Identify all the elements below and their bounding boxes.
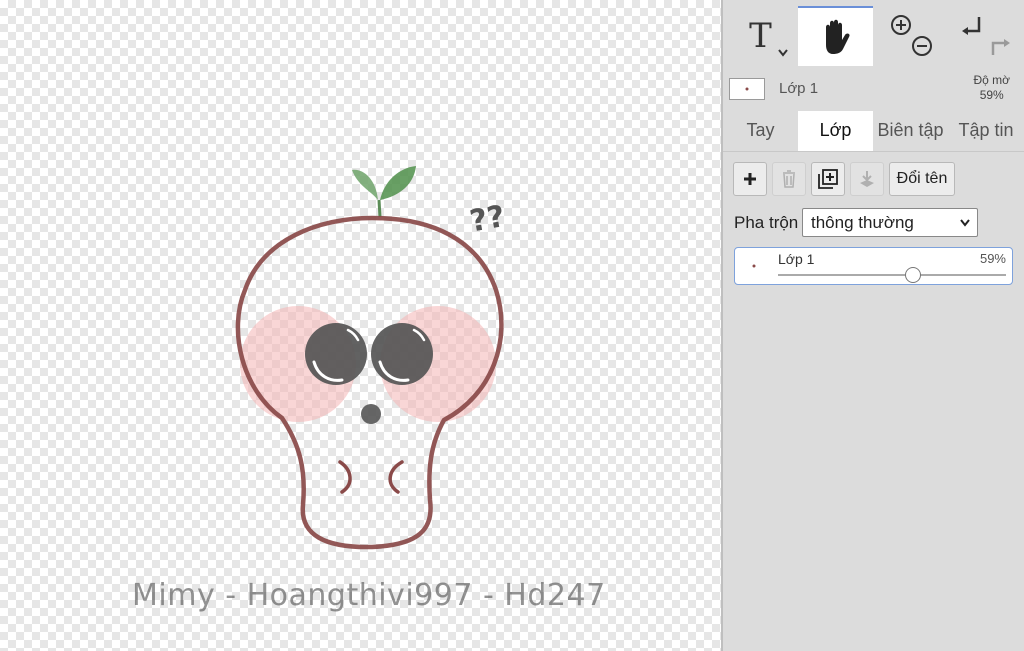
side-panel: T Lớp 1 Độ mờ 59% Tay Lớp Biên tập Tập t…	[723, 0, 1024, 651]
tab-hand[interactable]: Tay	[723, 111, 798, 151]
layer-row-thumbnail	[741, 256, 767, 276]
duplicate-layer-button[interactable]	[811, 162, 845, 196]
text-tool-button[interactable]: T	[723, 6, 798, 66]
blend-mode-value: thông thường	[811, 213, 914, 232]
canvas-artwork: ??	[235, 166, 508, 550]
right-eye	[371, 323, 433, 385]
chevron-down-icon	[960, 219, 970, 227]
delete-layer-button[interactable]	[772, 162, 806, 196]
zoom-tool-group	[873, 6, 948, 66]
opacity-value: 59%	[979, 88, 1004, 102]
merge-down-icon	[860, 171, 874, 187]
opacity-readout: Độ mờ 59%	[973, 73, 1010, 103]
drawing-canvas[interactable]: ?? Mimy - Hoangthivi997 - Hd247	[0, 0, 721, 651]
opacity-slider-track[interactable]	[778, 274, 1006, 276]
layer-row-opacity: 59%	[979, 251, 1006, 266]
tab-edit[interactable]: Biên tập	[873, 111, 948, 151]
hand-tool-button[interactable]	[798, 6, 873, 66]
opacity-slider-handle[interactable]	[904, 267, 921, 283]
tool-bar: T	[723, 0, 1024, 66]
tab-file[interactable]: Tập tin	[948, 111, 1024, 151]
undo-icon[interactable]	[962, 17, 981, 35]
nose	[361, 404, 381, 424]
layer-row-name: Lớp 1	[778, 251, 815, 267]
zoom-out-icon[interactable]	[911, 36, 932, 56]
text-tool-icon: T	[749, 16, 772, 56]
question-marks: ??	[467, 199, 507, 240]
hand-tool-icon	[825, 19, 850, 54]
panel-tabs: Tay Lớp Biên tập Tập tin	[723, 111, 1024, 152]
rename-layer-button[interactable]: Đổi tên	[889, 162, 955, 196]
plus-icon	[744, 173, 756, 185]
history-tool-group	[948, 6, 1024, 66]
trash-icon	[783, 170, 795, 188]
watermark-caption: Mimy - Hoangthivi997 - Hd247	[132, 578, 606, 613]
current-layer-name: Lớp 1	[779, 80, 819, 97]
blend-mode-select[interactable]: thông thường	[802, 208, 978, 237]
duplicate-icon	[818, 169, 838, 189]
zoom-in-icon[interactable]	[890, 15, 911, 35]
current-layer-info: Lớp 1 Độ mờ 59%	[723, 66, 1024, 110]
merge-down-button[interactable]	[850, 162, 884, 196]
left-eye	[305, 323, 367, 385]
add-layer-button[interactable]	[733, 162, 767, 196]
layer-list-item[interactable]: Lớp 1 59%	[734, 247, 1013, 285]
redo-icon[interactable]	[991, 39, 1010, 55]
sprout-leaves	[352, 166, 416, 218]
chevron-down-icon[interactable]	[777, 48, 789, 58]
layer-thumbnail	[729, 78, 765, 100]
blend-mode-label: Pha trộn	[734, 213, 799, 232]
opacity-label: Độ mờ	[973, 73, 1010, 87]
tab-layer[interactable]: Lớp	[798, 111, 873, 151]
